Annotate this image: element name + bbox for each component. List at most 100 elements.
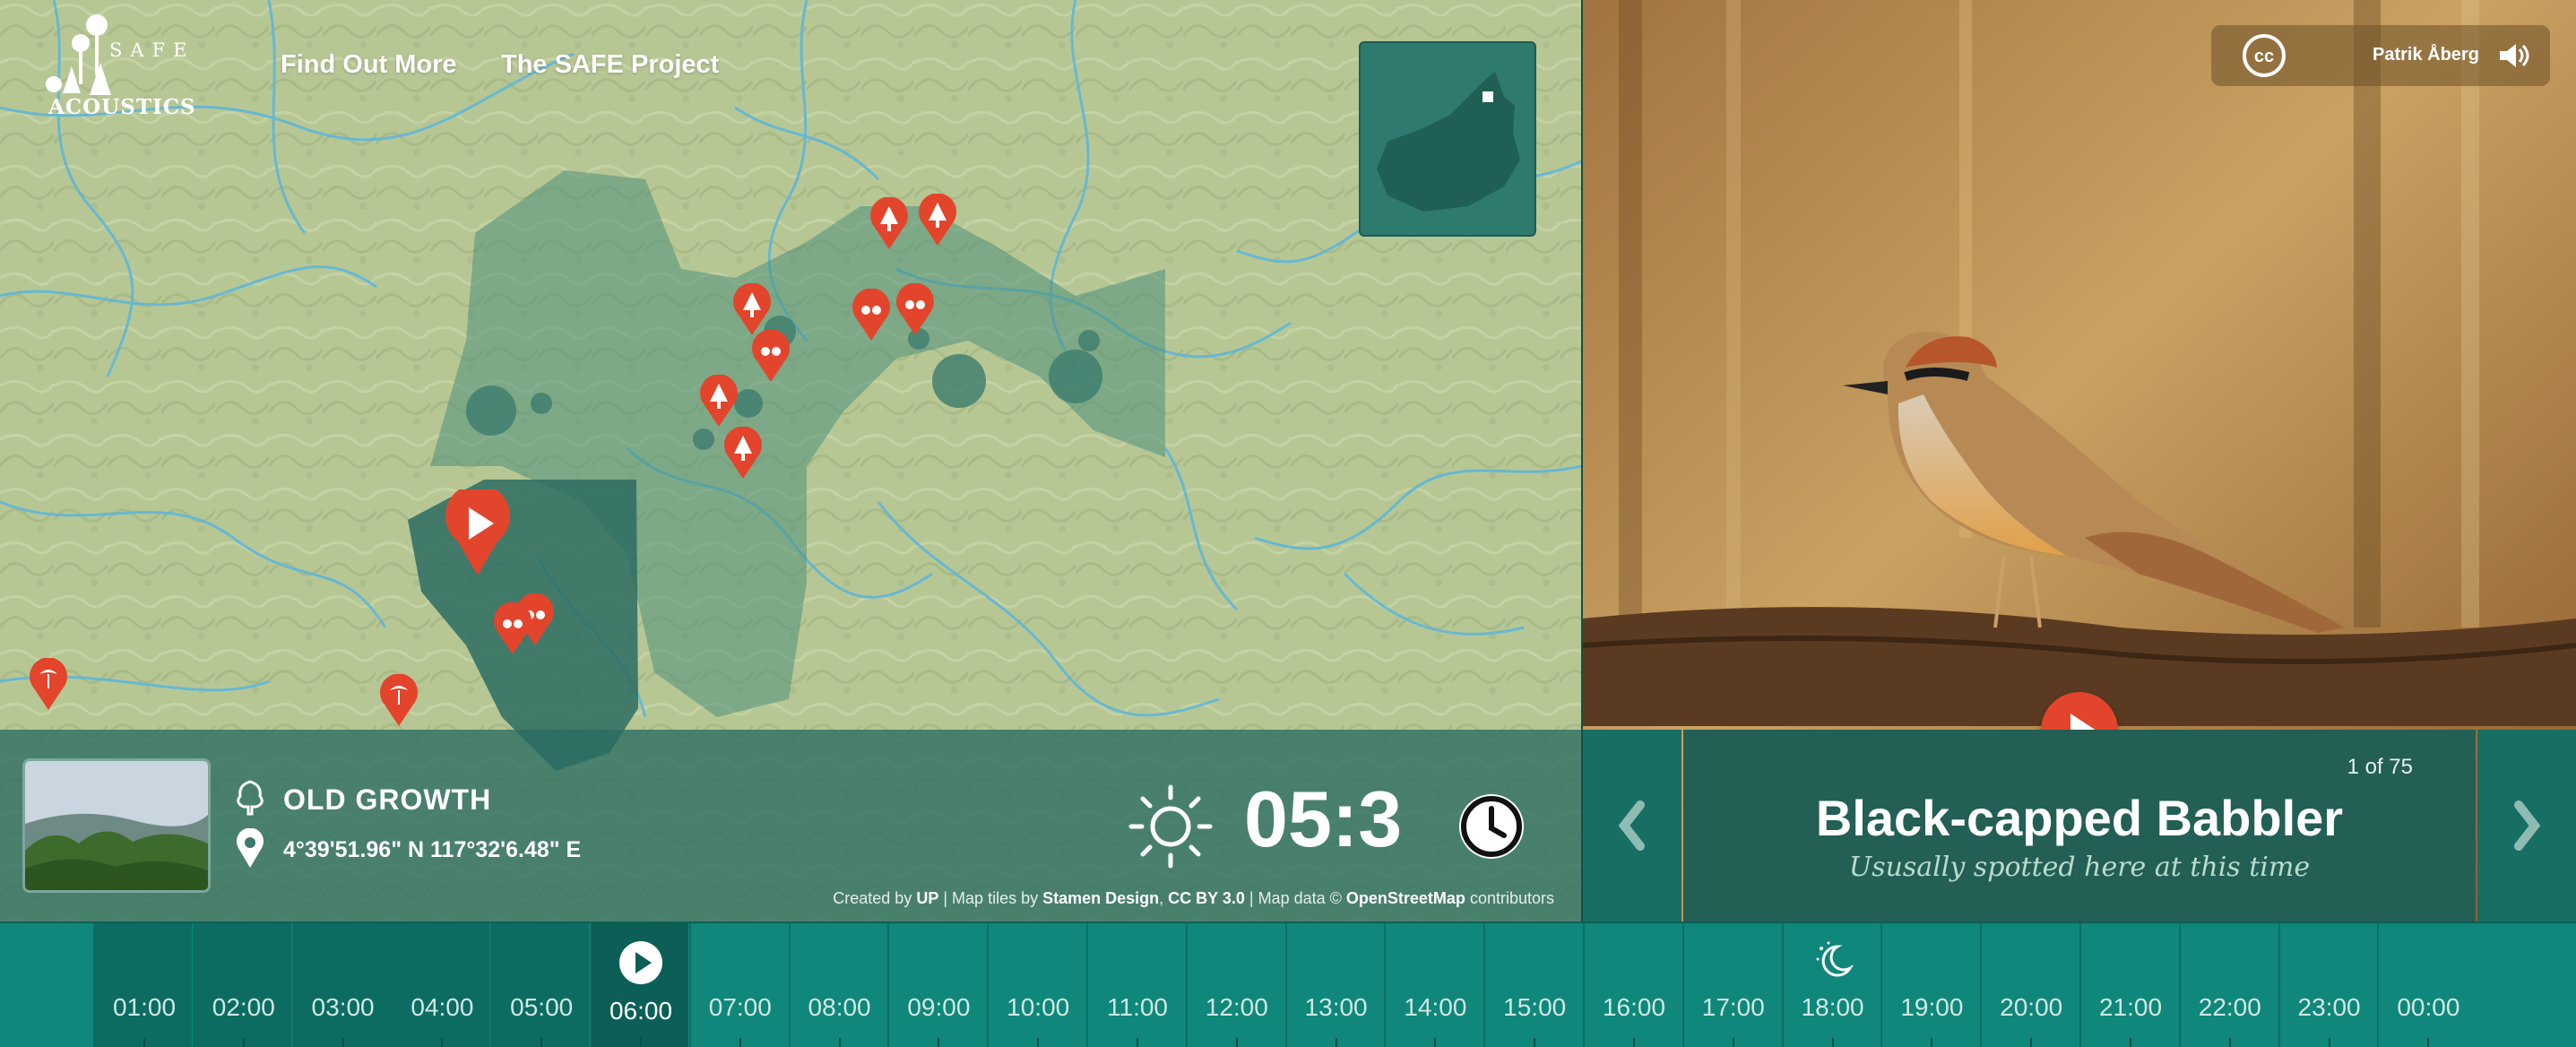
timeline-slot[interactable]: 05:00 xyxy=(490,923,590,1047)
chevron-right-icon xyxy=(2514,800,2541,851)
timeline-slot[interactable]: 09:00 xyxy=(887,923,986,1047)
timeline-hour-label: 15:00 xyxy=(1503,993,1567,1021)
safe-project-link[interactable]: The SAFE Project xyxy=(501,50,719,80)
bird-counter: 1 of 75 xyxy=(2347,755,2413,779)
timeline-slot[interactable]: 17:00 xyxy=(1681,923,1781,1047)
site-marker-stumps[interactable] xyxy=(491,602,534,656)
clock-icon[interactable] xyxy=(1454,789,1529,864)
map-panel[interactable]: SAFE ACOUSTICS Find Out More The SAFE Pr… xyxy=(0,0,1581,922)
timeline-hour-label: 00:00 xyxy=(2397,993,2460,1021)
timeline-slot[interactable]: 19:00 xyxy=(1880,923,1979,1047)
timeline-slot[interactable]: 01:00 xyxy=(93,923,192,1047)
timeline-slot[interactable]: 16:00 xyxy=(1583,923,1681,1047)
timeline-slot[interactable]: 12:00 xyxy=(1185,923,1284,1047)
timeline-tick xyxy=(341,1038,344,1047)
timeline-slot[interactable]: 10:00 xyxy=(987,923,1085,1047)
moon-stars-icon xyxy=(1816,941,1854,977)
timeline-slot[interactable]: 06:00 xyxy=(590,923,688,1047)
timeline-tick xyxy=(2130,1038,2131,1047)
timeline-hour-label: 05:00 xyxy=(510,993,574,1021)
timeline-slot[interactable]: 07:00 xyxy=(688,923,788,1047)
timeline-hour-label: 10:00 xyxy=(1007,993,1070,1021)
timeline-tick xyxy=(1434,1038,1437,1047)
timeline-slot[interactable]: 03:00 xyxy=(291,923,391,1047)
site-info-bar: OLD GROWTH 4°39'51.96" N 117°32'6.48" E … xyxy=(0,730,1581,922)
active-site-play-marker[interactable] xyxy=(442,489,514,579)
timeline-slot[interactable]: 23:00 xyxy=(2278,923,2377,1047)
site-marker-tree[interactable] xyxy=(916,194,959,247)
borneo-inset-map[interactable] xyxy=(1359,41,1536,237)
timeline-play-icon[interactable] xyxy=(618,939,664,986)
site-marker-stumps[interactable] xyxy=(749,330,792,384)
site-marker-palm[interactable] xyxy=(377,674,420,728)
timeline-slot[interactable]: 04:00 xyxy=(391,923,490,1047)
osm-link[interactable]: OpenStreetMap xyxy=(1346,889,1465,907)
timeline-slot[interactable]: 15:00 xyxy=(1483,923,1582,1047)
site-marker-stumps[interactable] xyxy=(894,283,937,337)
timeline-slot[interactable]: 13:00 xyxy=(1284,923,1384,1047)
timeline-tick xyxy=(1037,1038,1040,1047)
site-photo-thumbnail[interactable] xyxy=(22,758,211,893)
timeline-hour-label: 08:00 xyxy=(808,993,871,1021)
safe-acoustics-logo[interactable]: SAFE ACOUSTICS xyxy=(45,13,195,120)
bird-name: Black-capped Babbler xyxy=(1815,790,2344,846)
timeline-slot[interactable]: 14:00 xyxy=(1384,923,1482,1047)
timeline-hour-label: 14:00 xyxy=(1404,993,1467,1021)
site-marker-tree[interactable] xyxy=(730,283,774,337)
timeline-tick xyxy=(739,1038,741,1047)
hour-timeline[interactable]: 01:00 02:00 03:00 04:00 05:00 06:00 07:00 08:00… xyxy=(0,922,2576,1047)
creator-link[interactable]: UP xyxy=(916,889,938,907)
timeline-hour-label: 21:00 xyxy=(2098,993,2163,1021)
site-marker-tree[interactable] xyxy=(722,427,765,480)
credit-text: | Map tiles by xyxy=(943,889,1039,907)
timeline-slot[interactable]: 22:00 xyxy=(2178,923,2278,1047)
timeline-hour-label: 11:00 xyxy=(1107,993,1168,1021)
bird-info-bar: 1 of 75 Black-capped Babbler Ususally sp… xyxy=(1583,730,2576,922)
license-link[interactable]: CC BY 3.0 xyxy=(1168,889,1245,907)
bird-panel: cc Patrik Åberg 1 of 75 Black-capped Bab… xyxy=(1583,0,2576,922)
find-out-more-link[interactable]: Find Out More xyxy=(281,50,457,80)
timeline-hour-label: 04:00 xyxy=(411,993,474,1021)
timeline-tick xyxy=(242,1038,245,1047)
photo-author: Patrik Åberg xyxy=(2373,45,2479,65)
timeline-tick xyxy=(838,1038,841,1047)
timeline-tick xyxy=(2030,1038,2033,1047)
sun-icon xyxy=(1128,784,1213,869)
timeline-tick xyxy=(540,1038,543,1047)
site-marker-tree[interactable] xyxy=(868,197,911,251)
site-marker-palm[interactable] xyxy=(27,658,70,712)
stamen-link[interactable]: Stamen Design xyxy=(1042,889,1159,907)
logo-text-bottom: ACOUSTICS xyxy=(48,95,196,119)
timeline-tick xyxy=(1335,1038,1337,1047)
timeline-tick xyxy=(1534,1038,1536,1047)
timeline-slot[interactable]: 02:00 xyxy=(192,923,291,1047)
timeline-hour-label: 23:00 xyxy=(2297,993,2361,1021)
speaker-icon[interactable] xyxy=(2498,42,2530,69)
timeline-slot[interactable]: 21:00 xyxy=(2079,923,2178,1047)
svg-text:cc: cc xyxy=(2254,47,2274,66)
site-marker-stumps[interactable] xyxy=(850,289,893,342)
current-time: 05:3 xyxy=(1244,780,1403,859)
timeline-slot[interactable]: 00:00 xyxy=(2377,923,2476,1047)
timeline-tick xyxy=(2427,1038,2430,1047)
site-coordinates: 4°39'51.96" N 117°32'6.48" E xyxy=(283,837,582,862)
timeline-hour-label: 09:00 xyxy=(907,993,971,1021)
timeline-slot[interactable]: 20:00 xyxy=(1980,923,2079,1047)
timeline-hour-label: 18:00 xyxy=(1801,993,1864,1021)
previous-bird-button[interactable] xyxy=(1583,730,1681,922)
timeline-hour-label: 17:00 xyxy=(1701,993,1765,1021)
credit-text: | Map data © xyxy=(1249,889,1342,907)
timeline-tick xyxy=(2228,1038,2231,1047)
timeline-hour-label: 07:00 xyxy=(708,993,772,1021)
timeline-slot[interactable]: 11:00 xyxy=(1086,923,1185,1047)
timeline-hour-label: 13:00 xyxy=(1304,993,1368,1021)
timeline-tick xyxy=(1831,1038,1834,1047)
timeline-slot[interactable]: 08:00 xyxy=(788,923,887,1047)
tree-icon xyxy=(237,780,264,816)
site-marker-tree[interactable] xyxy=(697,375,740,428)
creative-commons-icon[interactable]: cc xyxy=(2240,31,2288,80)
timeline-slot[interactable]: 18:00 xyxy=(1781,923,1880,1047)
next-bird-button[interactable] xyxy=(2477,730,2576,922)
timeline-hour-label: 22:00 xyxy=(2198,993,2261,1021)
timeline-tick xyxy=(1235,1038,1238,1047)
